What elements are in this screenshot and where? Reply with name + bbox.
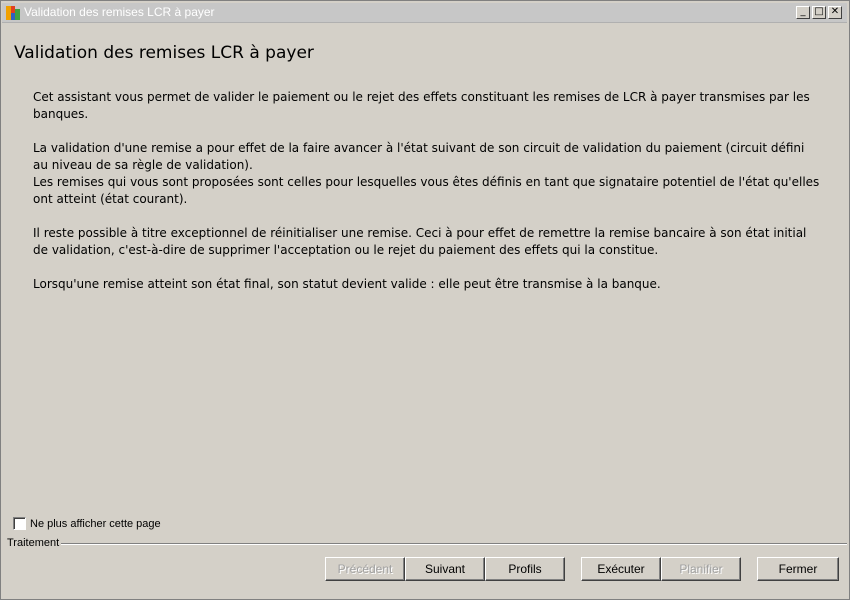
close-button[interactable]: Fermer (757, 557, 839, 581)
close-window-button[interactable]: ✕ (828, 6, 842, 19)
description-paragraph: Lorsqu'une remise atteint son état final… (33, 277, 661, 291)
hide-page-label[interactable]: Ne plus afficher cette page (30, 518, 161, 530)
title-bar[interactable]: Validation des remises LCR à payer _ □ ✕ (2, 3, 847, 23)
wizard-window: Validation des remises LCR à payer _ □ ✕… (0, 0, 850, 600)
next-button[interactable]: Suivant (405, 557, 485, 581)
page-title: Validation des remises LCR à payer (14, 43, 314, 63)
description-paragraph: La validation d'une remise a pour effet … (33, 141, 805, 172)
description-paragraph: Les remises qui vous sont proposées sont… (33, 175, 820, 206)
app-icon (6, 6, 20, 20)
profiles-button[interactable]: Profils (485, 557, 565, 581)
window-title: Validation des remises LCR à payer (24, 5, 215, 19)
plan-button[interactable]: Planifier (661, 557, 741, 581)
group-divider (61, 543, 847, 545)
minimize-button[interactable]: _ (796, 6, 810, 19)
group-label: Traitement (7, 537, 60, 549)
description-paragraph: Il reste possible à titre exceptionnel d… (33, 226, 807, 257)
hide-page-checkbox[interactable] (13, 517, 26, 530)
description-text: Cet assistant vous permet de valider le … (33, 89, 823, 310)
execute-button[interactable]: Exécuter (581, 557, 661, 581)
maximize-button[interactable]: □ (812, 6, 826, 19)
previous-button[interactable]: Précédent (325, 557, 405, 581)
description-paragraph: Cet assistant vous permet de valider le … (33, 90, 810, 121)
